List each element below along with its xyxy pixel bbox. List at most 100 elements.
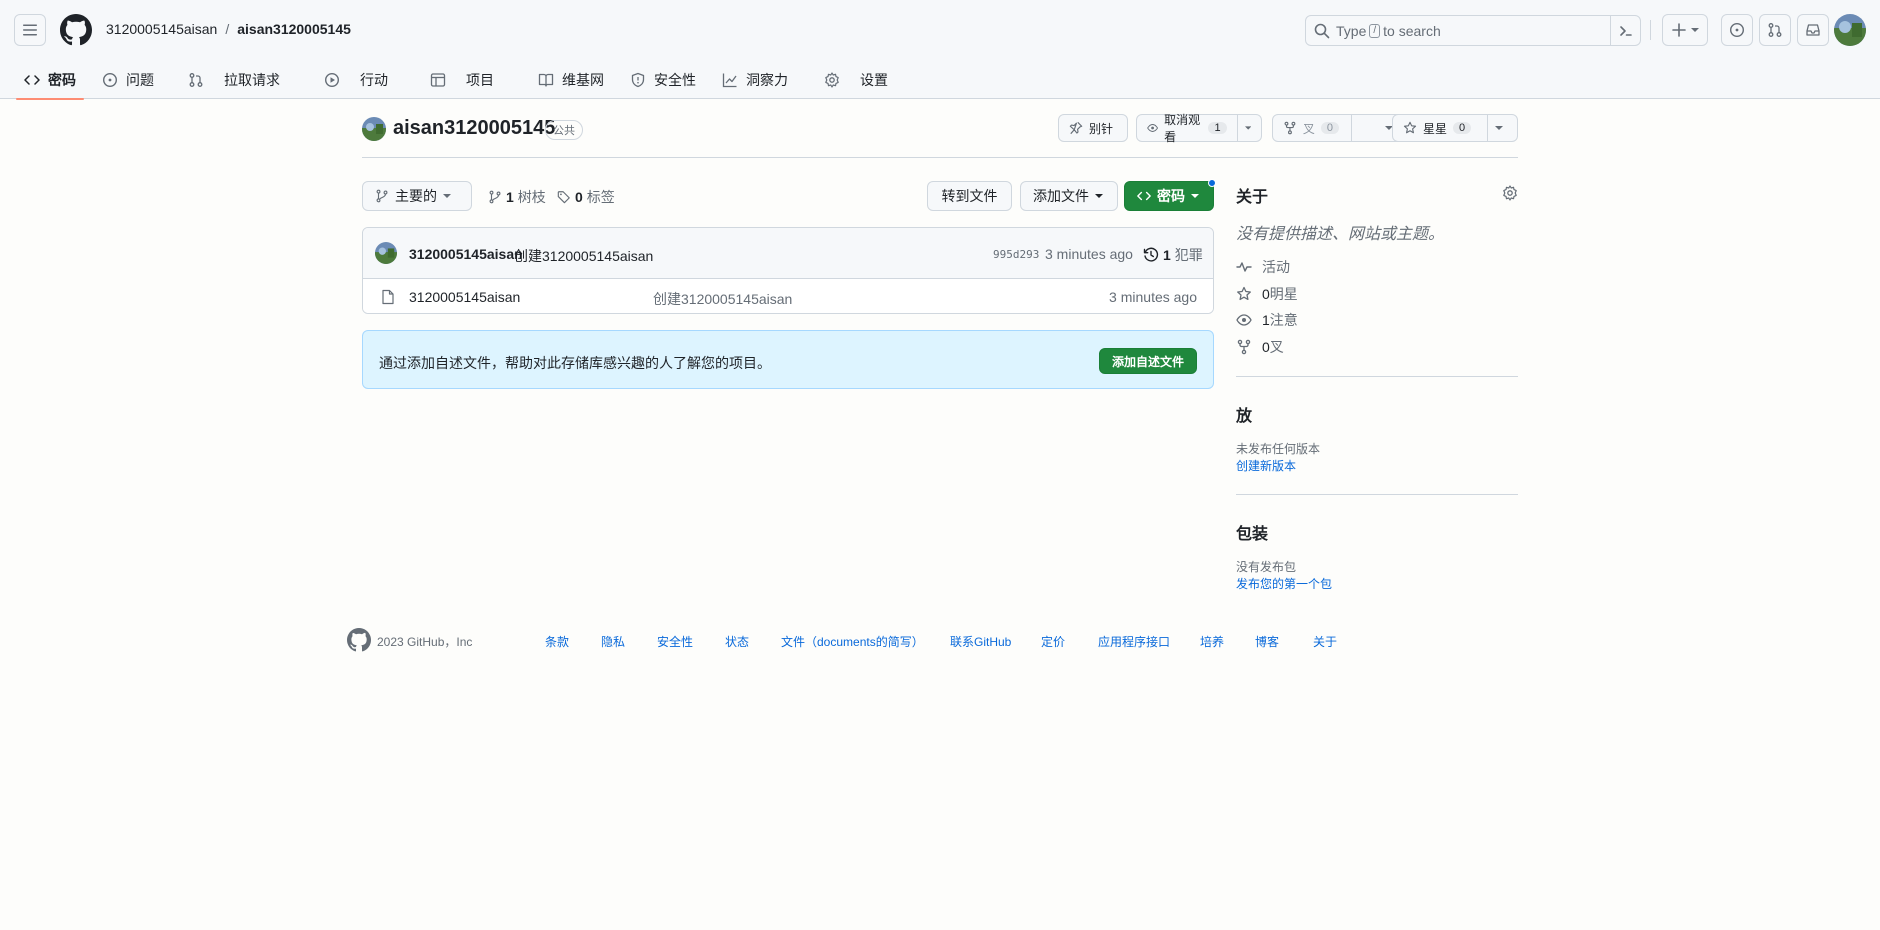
search-placeholder-suffix: to search [1383,22,1441,39]
tab-label: 问题 [126,71,154,88]
branches-count: 1 [506,189,514,205]
commit-history-link[interactable]: 1 犯罪 [1143,245,1203,265]
pin-button[interactable]: 别针 [1058,114,1128,142]
tab-label: 洞察力 [746,71,788,88]
star-button[interactable]: 星星 0 [1392,114,1518,142]
star-count: 0 [1453,122,1472,134]
fork-button[interactable]: 叉 0 [1272,114,1404,142]
pull-request-icon [1768,23,1782,37]
file-name[interactable]: 3120005145aisan [409,289,520,305]
footer-link-api[interactable]: 应用程序接口 [1098,633,1170,650]
stars-label: 明星 [1269,286,1298,302]
caret-down-icon [1691,28,1699,32]
issues-button[interactable] [1721,14,1753,46]
github-logo-icon[interactable] [347,628,371,652]
file-commit-time: 3 minutes ago [1109,289,1197,305]
commit-history-label: 犯罪 [1174,247,1203,263]
footer-link-terms[interactable]: 条款 [545,633,569,650]
plus-icon [1672,23,1686,37]
terminal-icon [1619,25,1632,36]
watch-button[interactable]: 取消观看 1 [1136,113,1262,144]
code-icon [24,74,40,85]
publish-package-link[interactable]: 发布您的第一个包 [1236,575,1332,592]
owner-link[interactable]: 3120005145aisan [106,21,217,37]
github-logo-icon[interactable] [60,14,92,46]
fork-icon [1237,339,1251,355]
packages-title[interactable]: 包装 [1236,520,1268,544]
commit-author-avatar[interactable] [375,242,397,264]
search-input[interactable]: Type / to search [1305,15,1641,46]
footer-link-privacy[interactable]: 隐私 [601,633,625,650]
gear-icon [825,71,839,88]
gear-icon[interactable] [1502,185,1518,201]
commit-message[interactable]: 创建3120005145aisan [514,246,653,266]
readme-banner: 通过添加自述文件，帮助对此存储库感兴趣的人了解您的项目。 添加自述文件 [362,330,1214,389]
releases-title[interactable]: 放 [1236,402,1252,426]
tab-actions[interactable]: 行动 [316,60,396,99]
repo-link[interactable]: aisan3120005145 [237,21,351,37]
tab-label: 行动 [360,71,388,88]
goto-file-button[interactable]: 转到文件 [927,181,1012,211]
inbox-button[interactable] [1797,14,1829,46]
activity-link[interactable]: 活动 [1236,257,1290,277]
notification-dot [1208,179,1216,187]
tab-label: 设置 [860,71,888,88]
footer-copyright: 2023 GitHub，Inc [377,635,473,649]
tab-projects[interactable]: 项目 [422,60,502,99]
visibility-badge: 公共 [545,120,583,140]
stars-link[interactable]: 0明星 [1236,284,1298,304]
menu-button[interactable] [14,14,46,46]
footer-link-training[interactable]: 培养 [1200,633,1224,650]
stars-count: 0 [1262,286,1270,302]
repo-title[interactable]: aisan3120005145 [393,117,555,140]
footer-link-blog[interactable]: 博客 [1255,633,1279,650]
tab-wiki[interactable]: 维基网 [530,60,612,99]
footer-link-pricing[interactable]: 定价 [1041,633,1065,650]
footer-link-docs[interactable]: 文件（documents的简写） [781,633,924,650]
branch-select-button[interactable]: 主要的 [362,181,472,211]
inbox-icon [1806,24,1820,36]
branch-name: 主要的 [395,188,437,204]
avatar-image-icon [362,117,386,141]
tab-issues[interactable]: 问题 [94,60,162,99]
footer-link-contact[interactable]: 联系GitHub [950,633,1011,650]
footer-link-security[interactable]: 安全性 [657,633,693,650]
tab-code[interactable]: 密码 [16,60,84,100]
user-avatar[interactable] [1834,14,1866,46]
readme-banner-text: 通过添加自述文件，帮助对此存储库感兴趣的人了解您的项目。 [379,355,771,371]
packages-empty-text: 没有发布包 [1236,560,1297,574]
repo-owner-avatar[interactable] [362,117,386,141]
forks-count: 0 [1262,339,1270,355]
file-row[interactable]: 3120005145aisan 创建3120005145aisan 3 minu… [363,279,1213,313]
tab-pull-requests[interactable]: 拉取请求 [180,60,288,99]
file-icon [382,289,394,305]
tags-link[interactable]: 0 标签 [557,187,615,207]
caret-down-icon[interactable] [1495,124,1504,132]
create-release-link[interactable]: 创建新版本 [1236,457,1296,474]
footer-link-status[interactable]: 状态 [725,633,749,650]
command-palette-button[interactable] [1610,16,1640,45]
tab-insights[interactable]: 洞察力 [714,60,796,99]
play-icon [324,72,340,87]
pull-requests-button[interactable] [1759,14,1791,46]
caret-down-icon[interactable] [1244,124,1251,132]
commit-sha[interactable]: 995d293 [993,248,1039,261]
branches-link[interactable]: 1 树枝 [488,187,546,207]
commit-author[interactable]: 3120005145aisan [409,246,523,262]
pin-icon [1069,121,1083,135]
pulse-icon [1236,262,1252,272]
add-file-button[interactable]: 添加文件 [1020,181,1118,211]
forks-link[interactable]: 0叉 [1236,337,1284,357]
fork-label: 叉 [1302,121,1315,136]
file-commit-message[interactable]: 创建3120005145aisan [653,289,792,309]
create-new-button[interactable] [1662,14,1708,46]
caret-down-icon [443,194,451,198]
tab-settings[interactable]: 设置 [816,60,896,99]
watchers-link[interactable]: 1注意 [1236,310,1298,330]
footer-link-about[interactable]: 关于 [1313,633,1337,650]
tab-security[interactable]: 安全性 [622,60,704,99]
code-button[interactable]: 密码 [1124,179,1216,211]
add-readme-button[interactable]: 添加自述文件 [1098,348,1197,374]
watchers-count: 1 [1262,312,1270,328]
tab-label: 密码 [48,71,76,88]
